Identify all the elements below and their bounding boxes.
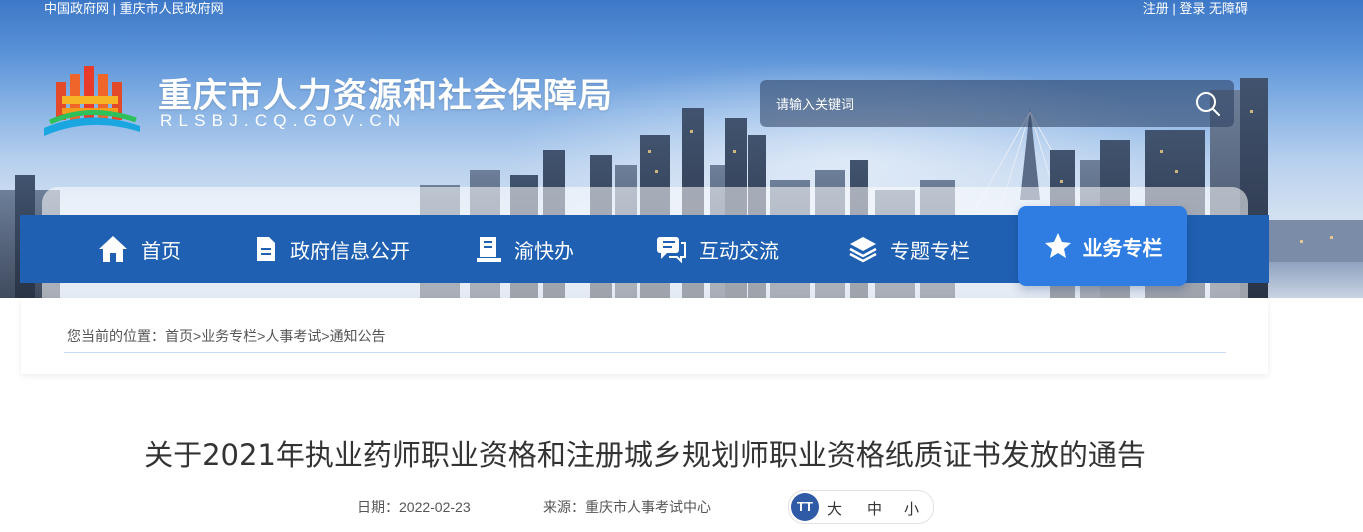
top-links: 中国政府网 | 重庆市人民政府网 bbox=[44, 0, 224, 17]
document-icon bbox=[257, 237, 275, 261]
home-icon bbox=[99, 236, 127, 262]
nav-home[interactable]: 首页 bbox=[97, 215, 181, 283]
nav-interaction-label: 互动交流 bbox=[699, 238, 779, 263]
font-medium-button[interactable]: 中 bbox=[867, 498, 882, 519]
gov-link[interactable]: 中国政府网 bbox=[44, 1, 109, 16]
source-value: 重庆市人事考试中心 bbox=[585, 499, 711, 515]
site-title: 重庆市人力资源和社会保障局 bbox=[158, 76, 613, 116]
breadcrumb-business[interactable]: 业务专栏 bbox=[201, 328, 257, 344]
date-label: 日期： bbox=[357, 499, 399, 515]
chat-icon bbox=[657, 237, 686, 263]
date-value: 2022-02-23 bbox=[399, 499, 471, 515]
search-input[interactable] bbox=[774, 80, 1188, 129]
search-icon[interactable] bbox=[1194, 90, 1222, 118]
nav-home-label: 首页 bbox=[141, 238, 181, 263]
user-separator: | bbox=[1172, 1, 1176, 16]
star-icon bbox=[1044, 233, 1071, 258]
breadcrumb-separator: > bbox=[321, 328, 330, 344]
nav-business[interactable]: 业务专栏 bbox=[1018, 206, 1187, 286]
nav-topics[interactable]: 专题专栏 bbox=[848, 215, 970, 283]
nav-interaction[interactable]: 互动交流 bbox=[655, 215, 779, 283]
layers-icon bbox=[849, 237, 877, 263]
nav-topics-label: 专题专栏 bbox=[890, 238, 970, 263]
article-source: 来源：重庆市人事考试中心 bbox=[543, 497, 711, 517]
logo-emblem[interactable] bbox=[40, 60, 150, 140]
handbook-icon bbox=[477, 237, 501, 262]
font-size-controls: TT 大 中 小 bbox=[788, 490, 934, 524]
breadcrumb-exam[interactable]: 人事考试 bbox=[265, 328, 321, 344]
nav-yukuaiban[interactable]: 渝快办 bbox=[476, 215, 574, 283]
breadcrumb-separator: > bbox=[193, 328, 202, 344]
nav-business-label: 业务专栏 bbox=[1082, 235, 1163, 260]
nav-gov-info[interactable]: 政府信息公开 bbox=[254, 215, 410, 283]
source-label: 来源： bbox=[543, 499, 585, 515]
search-box bbox=[760, 80, 1234, 129]
breadcrumb-divider bbox=[64, 352, 1226, 353]
top-separator: | bbox=[112, 1, 117, 16]
site-domain: RLSBJ.CQ.GOV.CN bbox=[160, 111, 407, 130]
breadcrumb-notice[interactable]: 通知公告 bbox=[330, 328, 386, 344]
breadcrumb: 您当前的位置：首页>业务专栏>人事考试>通知公告 bbox=[67, 326, 386, 346]
login-link[interactable]: 登录 bbox=[1179, 1, 1205, 16]
register-link[interactable]: 注册 bbox=[1143, 1, 1169, 16]
city-gov-link[interactable]: 重庆市人民政府网 bbox=[120, 1, 224, 16]
nav-gov-info-label: 政府信息公开 bbox=[290, 238, 410, 263]
breadcrumb-prefix: 您当前的位置： bbox=[67, 328, 165, 344]
font-size-icon: TT bbox=[791, 493, 819, 521]
breadcrumb-home[interactable]: 首页 bbox=[165, 328, 193, 344]
font-large-button[interactable]: 大 bbox=[827, 498, 842, 519]
nav-business-content: 业务专栏 bbox=[1018, 206, 1187, 286]
font-small-button[interactable]: 小 bbox=[904, 498, 919, 519]
article-title: 关于2021年执业药师职业资格和注册城乡规划师职业资格纸质证书发放的通告 bbox=[144, 438, 1146, 472]
article-date: 日期：2022-02-23 bbox=[357, 497, 471, 517]
user-links: 注册 | 登录 无障碍 bbox=[1143, 0, 1248, 17]
accessibility-link[interactable]: 无障碍 bbox=[1209, 1, 1248, 16]
nav-yukuaiban-label: 渝快办 bbox=[514, 238, 574, 263]
